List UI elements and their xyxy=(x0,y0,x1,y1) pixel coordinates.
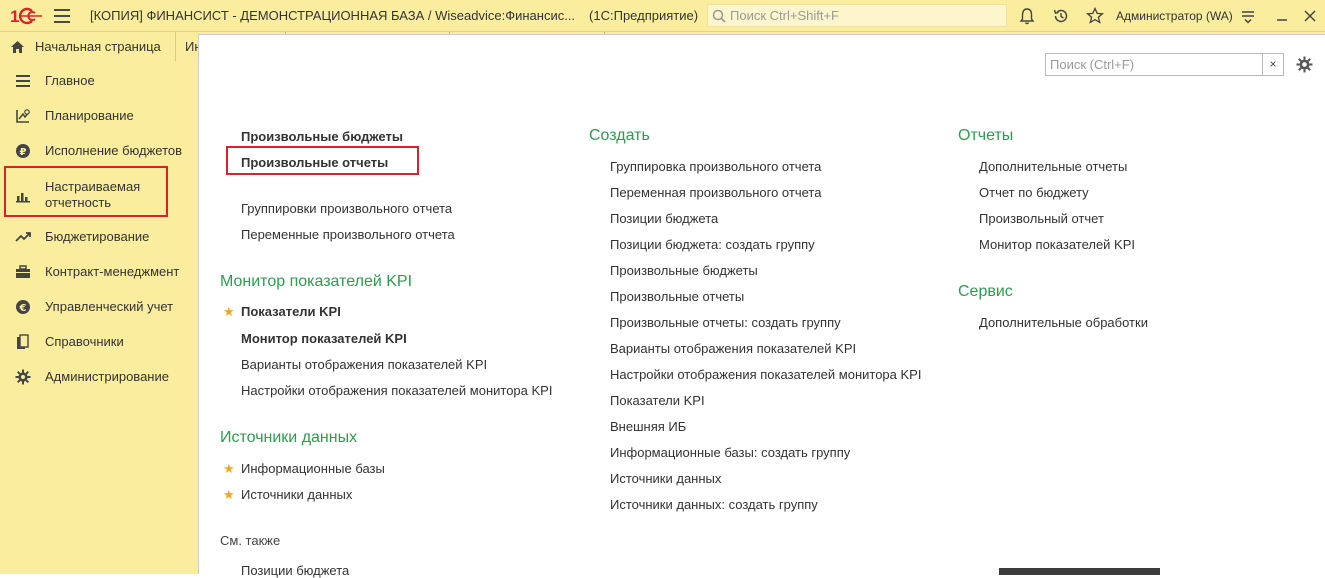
link-budget-positions[interactable]: Позиции бюджета xyxy=(241,563,349,578)
panel-search-placeholder: Поиск (Ctrl+F) xyxy=(1050,57,1135,72)
favorite-star-icon[interactable]: ★ xyxy=(223,461,235,477)
sidebar-item-contract-management[interactable]: Контракт-менеджмент xyxy=(0,264,198,280)
panel-settings-icon[interactable] xyxy=(1296,56,1313,73)
sidebar-item-label: Бюджетирование xyxy=(45,229,150,244)
app-name: (1С:Предприятие) xyxy=(589,8,699,23)
euro-coin-icon: € xyxy=(14,298,32,316)
trend-icon xyxy=(14,228,32,246)
link-create-item[interactable]: Настройки отображения показателей монито… xyxy=(610,367,921,382)
link-create-item[interactable]: Произвольные отчеты: создать группу xyxy=(610,315,841,330)
1c-logo-icon[interactable]: 1 xyxy=(10,7,44,25)
svg-text:1: 1 xyxy=(10,7,19,25)
link-kpi-indicators[interactable]: Показатели KPI xyxy=(241,304,341,319)
service-header: Сервис xyxy=(958,283,1013,300)
current-user[interactable]: Администратор (WA) xyxy=(1116,9,1233,23)
sidebar-item-budget-execution[interactable]: ₽ Исполнение бюджетов xyxy=(0,143,198,159)
svg-text:€: € xyxy=(19,303,27,314)
link-create-item[interactable]: Источники данных: создать группу xyxy=(610,497,818,512)
favorite-star-icon[interactable]: ★ xyxy=(223,487,235,503)
search-icon xyxy=(712,9,726,23)
section-panel: Поиск (Ctrl+F) × Произвольные бюджеты Пр… xyxy=(198,34,1325,578)
list-icon xyxy=(14,72,32,90)
link-create-item[interactable]: Показатели KPI xyxy=(610,393,705,408)
reports-header: Отчеты xyxy=(958,127,1014,144)
link-create-item[interactable]: Переменная произвольного отчета xyxy=(610,185,821,200)
link-information-bases[interactable]: Информационные базы xyxy=(241,461,385,476)
create-header: Создать xyxy=(589,127,650,144)
link-kpi-monitor[interactable]: Монитор показателей KPI xyxy=(241,331,407,346)
sidebar-item-label: Администрирование xyxy=(45,369,169,384)
link-create-item[interactable]: Позиции бюджета xyxy=(610,211,718,226)
planning-icon xyxy=(14,107,32,125)
link-data-sources[interactable]: Источники данных xyxy=(241,487,352,502)
link-kpi-display-variants[interactable]: Варианты отображения показателей KPI xyxy=(241,357,487,372)
settings-menu-icon[interactable] xyxy=(1238,6,1258,26)
minimize-icon[interactable] xyxy=(1272,6,1292,26)
sections-sidebar: Главное Планирование ₽ Исполнение бюджет… xyxy=(0,61,198,574)
sidebar-item-management-accounting[interactable]: € Управленческий учет xyxy=(0,299,198,315)
link-additional-processing[interactable]: Дополнительные обработки xyxy=(979,315,1148,330)
link-create-item[interactable]: Источники данных xyxy=(610,471,721,486)
sidebar-item-label: Контракт-менеджмент xyxy=(45,264,180,279)
bell-icon[interactable] xyxy=(1017,6,1037,26)
kpi-monitor-header: Монитор показателей KPI xyxy=(220,273,413,290)
ruble-coin-icon: ₽ xyxy=(14,142,32,160)
link-kpi-monitor-report[interactable]: Монитор показателей KPI xyxy=(979,237,1135,252)
clear-search-button[interactable]: × xyxy=(1263,53,1284,76)
star-icon[interactable] xyxy=(1085,6,1105,26)
tab-home[interactable]: Начальная страница xyxy=(0,32,176,61)
global-search-input[interactable]: Поиск Ctrl+Shift+F xyxy=(707,4,1007,27)
link-budget-report[interactable]: Отчет по бюджету xyxy=(979,185,1089,200)
link-create-item[interactable]: Группировка произвольного отчета xyxy=(610,159,821,174)
gear-icon xyxy=(14,368,32,386)
link-create-item[interactable]: Информационные базы: создать группу xyxy=(610,445,850,460)
sidebar-item-planning[interactable]: Планирование xyxy=(0,108,198,124)
link-custom-budgets[interactable]: Произвольные бюджеты xyxy=(241,129,403,144)
data-sources-header: Источники данных xyxy=(220,429,358,446)
window-title: [КОПИЯ] ФИНАНСИСТ - ДЕМОНСТРАЦИОННАЯ БАЗ… xyxy=(90,8,698,23)
home-icon xyxy=(11,40,24,53)
close-icon[interactable] xyxy=(1300,6,1320,26)
sidebar-item-main[interactable]: Главное xyxy=(0,73,198,89)
link-additional-reports[interactable]: Дополнительные отчеты xyxy=(979,159,1127,174)
link-create-item[interactable]: Варианты отображения показателей KPI xyxy=(610,341,856,356)
sidebar-item-administration[interactable]: Администрирование xyxy=(0,369,198,385)
sidebar-item-label: Исполнение бюджетов xyxy=(45,143,183,158)
tab-home-label: Начальная страница xyxy=(35,39,161,54)
link-custom-report[interactable]: Произвольный отчет xyxy=(979,211,1104,226)
main-menu-icon[interactable] xyxy=(54,9,70,23)
tab-second[interactable]: Ин xyxy=(176,32,198,61)
see-also-label: См. также xyxy=(220,533,281,548)
tab-second-label: Ин xyxy=(185,39,198,54)
history-icon[interactable] xyxy=(1051,6,1071,26)
books-icon xyxy=(14,333,32,351)
clear-search-label: × xyxy=(1269,57,1277,71)
link-kpi-display-settings[interactable]: Настройки отображения показателей монито… xyxy=(241,383,552,398)
svg-text:₽: ₽ xyxy=(20,147,27,158)
window-title-text: [КОПИЯ] ФИНАНСИСТ - ДЕМОНСТРАЦИОННАЯ БАЗ… xyxy=(90,8,576,23)
link-create-item[interactable]: Произвольные бюджеты xyxy=(610,263,758,278)
highlight-frame xyxy=(4,166,168,217)
favorite-star-icon[interactable]: ★ xyxy=(223,304,235,320)
global-search-placeholder: Поиск Ctrl+Shift+F xyxy=(730,8,839,23)
panel-search-input[interactable]: Поиск (Ctrl+F) xyxy=(1045,53,1263,76)
sidebar-item-budgeting[interactable]: Бюджетирование xyxy=(0,229,198,245)
briefcase-icon xyxy=(14,263,32,281)
link-create-item[interactable]: Позиции бюджета: создать группу xyxy=(610,237,815,252)
sidebar-item-label: Планирование xyxy=(45,108,134,123)
link-report-groupings[interactable]: Группировки произвольного отчета xyxy=(241,201,452,216)
sidebar-item-label: Справочники xyxy=(45,334,124,349)
sidebar-item-label: Управленческий учет xyxy=(45,299,174,314)
title-bar: 1 [КОПИЯ] ФИНАНСИСТ - ДЕМОНСТРАЦИОННАЯ Б… xyxy=(0,0,1325,32)
link-create-item[interactable]: Произвольные отчеты xyxy=(610,289,744,304)
highlight-frame xyxy=(226,146,419,175)
sidebar-item-directories[interactable]: Справочники xyxy=(0,334,198,350)
link-report-variables[interactable]: Переменные произвольного отчета xyxy=(241,227,455,242)
sidebar-item-label: Главное xyxy=(45,73,95,88)
link-create-item[interactable]: Внешняя ИБ xyxy=(610,419,686,434)
